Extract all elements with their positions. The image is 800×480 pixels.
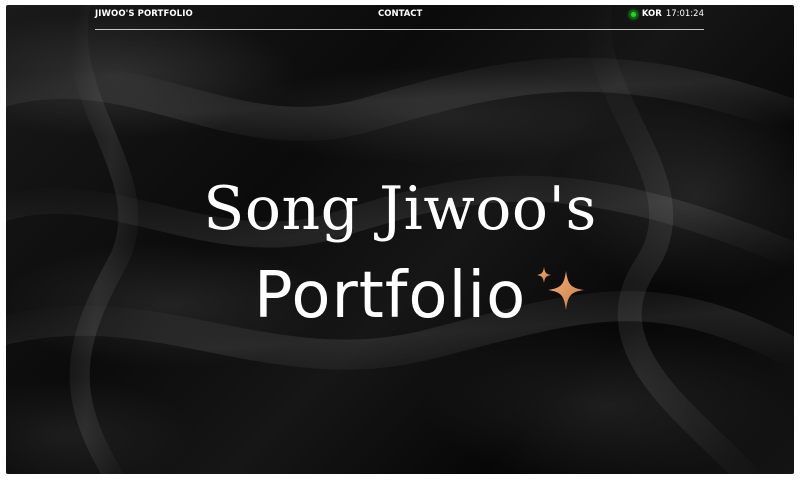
clock-time: 17:01:24 <box>665 9 704 19</box>
local-time-status: KOR 17:01:24 <box>628 8 704 20</box>
brand-link[interactable]: JIWOO'S PORTFOLIO <box>95 9 193 19</box>
hero-background: JIWOO'S PORTFOLIO CONTACT KOR 17:01:24 S… <box>6 5 794 474</box>
hero-title-name: Song Jiwoo's <box>203 174 597 244</box>
hero-title-portfolio: Portfolio <box>254 259 527 333</box>
region-label: KOR <box>641 9 662 19</box>
online-status-icon <box>628 9 638 19</box>
sparkles-icon <box>537 267 584 310</box>
contact-link[interactable]: CONTACT <box>378 9 422 19</box>
top-navigation: JIWOO'S PORTFOLIO CONTACT KOR 17:01:24 <box>95 5 704 30</box>
